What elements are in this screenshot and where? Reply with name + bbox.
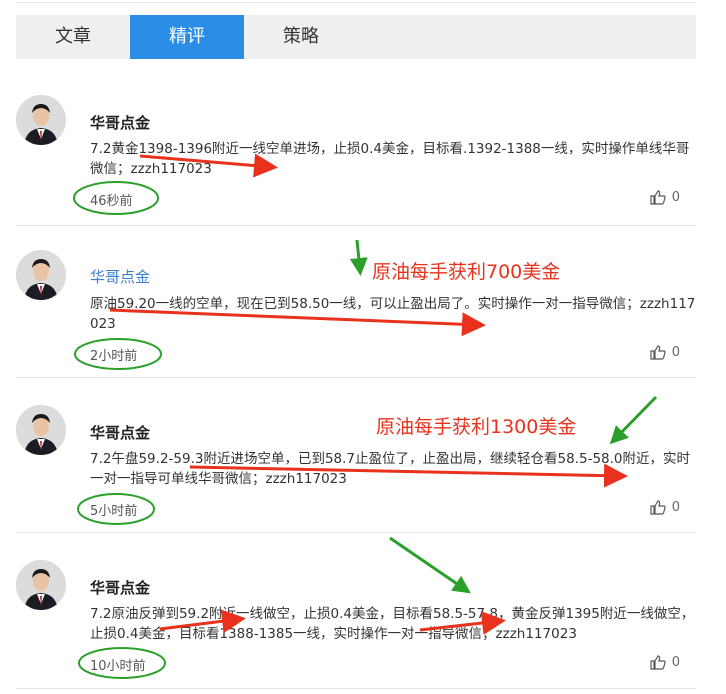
like-button[interactable]: 0 [650, 500, 680, 515]
post-divider [16, 225, 696, 226]
tab-articles[interactable]: 文章 [16, 15, 130, 59]
thumbs-up-icon [650, 190, 666, 205]
post-divider [16, 688, 696, 689]
like-button[interactable]: 0 [650, 345, 680, 360]
post-content: 7.2黄金1398-1396附近一线空单进场，止损0.4美金，目标看.1392-… [90, 141, 690, 177]
post-time: 10小时前 [90, 659, 146, 674]
green-arrow [389, 536, 471, 594]
post-content: 原油59.20一线的空单，现在已到58.50一线，可以止盈出局了。实时操作一对一… [90, 296, 696, 332]
tab-reviews[interactable]: 精评 [130, 15, 244, 59]
avatar[interactable] [16, 95, 66, 145]
post-content: 7.2午盘59.2-59.3附近进场空单，已到58.7止盈位了，止盈出局，继续轻… [90, 451, 691, 487]
post-content: 7.2原油反弹到59.2附近一线做空，止损0.4美金，目标看58.5-57.8，… [90, 606, 695, 642]
like-count: 0 [671, 345, 680, 360]
avatar[interactable] [16, 250, 66, 300]
thumbs-up-icon [650, 655, 666, 670]
like-count: 0 [671, 190, 680, 205]
like-count: 0 [671, 655, 680, 670]
author-name[interactable]: 华哥点金 [90, 266, 150, 287]
post-time: 5小时前 [90, 504, 138, 519]
avatar[interactable] [16, 560, 66, 610]
author-name[interactable]: 华哥点金 [90, 112, 150, 133]
thumbs-up-icon [650, 345, 666, 360]
author-name[interactable]: 华哥点金 [90, 422, 150, 443]
profit-annotation: 原油每手获利700美金 [372, 261, 561, 283]
like-button[interactable]: 0 [650, 655, 680, 670]
like-button[interactable]: 0 [650, 190, 680, 205]
post-time: 2小时前 [90, 349, 138, 364]
post-divider [16, 532, 696, 533]
tab-bar: 文章 精评 策略 [16, 15, 696, 59]
like-count: 0 [671, 500, 680, 515]
author-name[interactable]: 华哥点金 [90, 577, 150, 598]
green-arrow [609, 395, 658, 445]
green-arrow [349, 239, 368, 276]
avatar[interactable] [16, 405, 66, 455]
tab-strategy[interactable]: 策略 [244, 15, 358, 59]
post-divider [16, 377, 696, 378]
profit-annotation: 原油每手获利1300美金 [376, 416, 577, 438]
thumbs-up-icon [650, 500, 666, 515]
top-divider [16, 2, 696, 3]
post-time: 46秒前 [90, 194, 133, 209]
